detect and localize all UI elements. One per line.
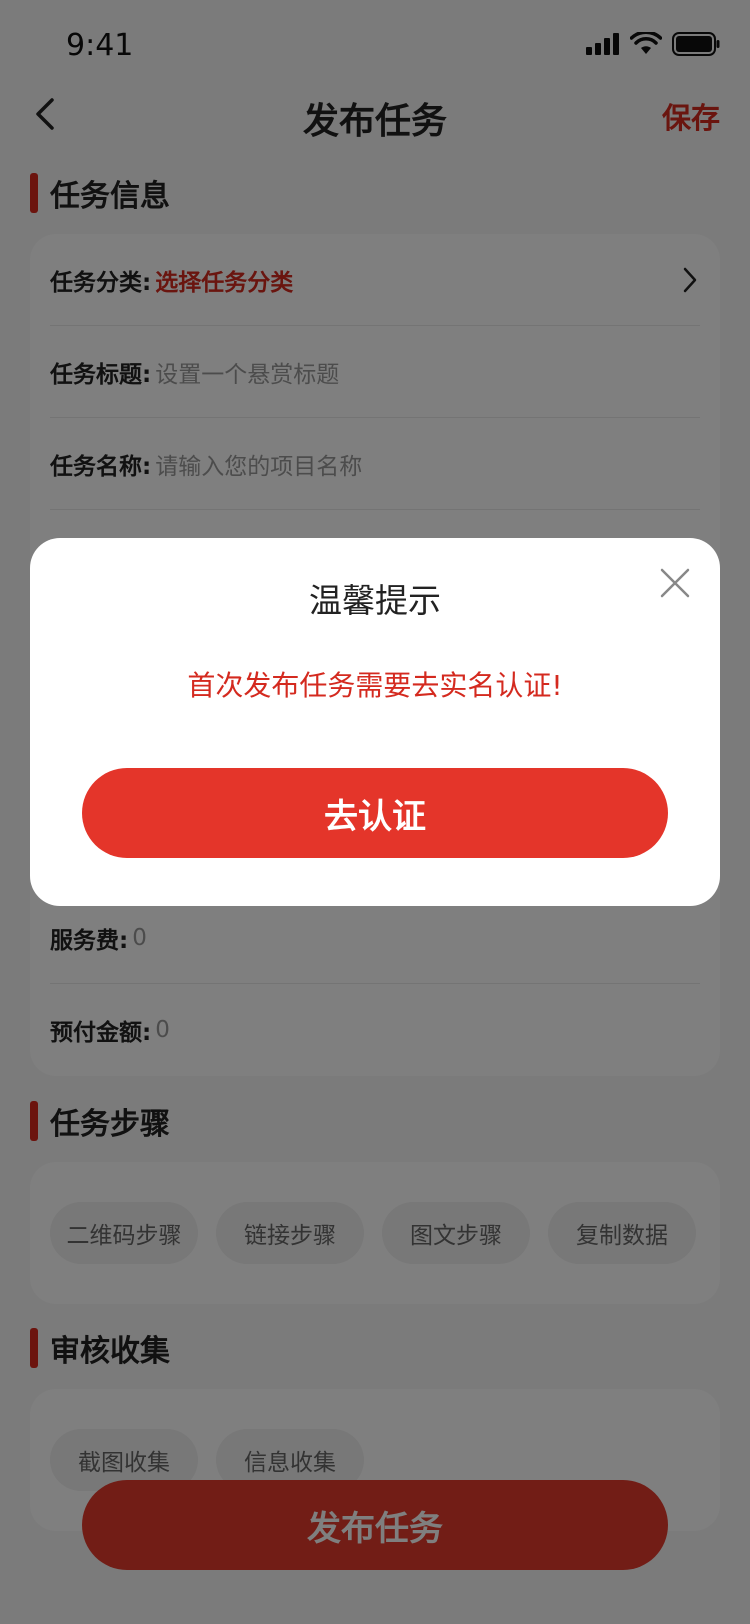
dialog-message: 首次发布任务需要去实名认证! [187,669,563,702]
dialog-title: 温馨提示 [309,581,441,620]
verification-dialog: 温馨提示 首次发布任务需要去实名认证! 去认证 [30,538,720,906]
close-icon[interactable] [658,566,692,600]
go-verify-button[interactable]: 去认证 [82,768,668,858]
